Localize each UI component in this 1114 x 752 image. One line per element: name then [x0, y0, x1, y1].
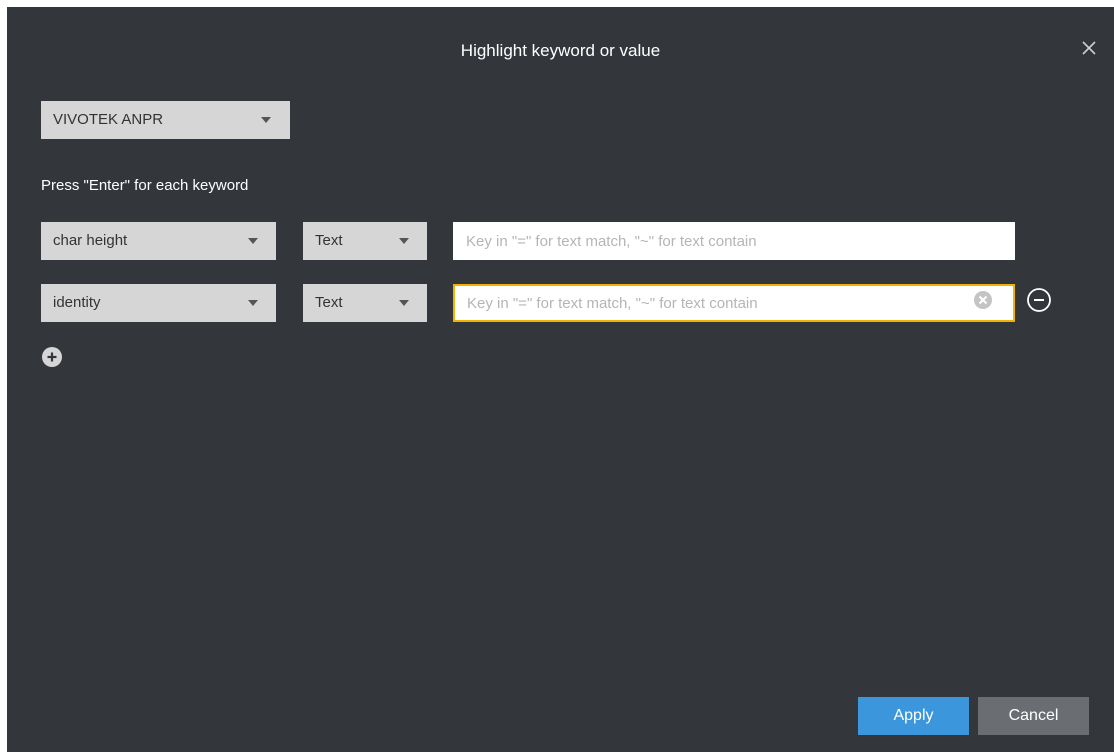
field-select-row-1[interactable]: char height [41, 222, 276, 260]
keyword-input-row-2[interactable] [453, 284, 1015, 322]
chevron-down-icon [399, 238, 409, 244]
cancel-button[interactable]: Cancel [978, 697, 1089, 735]
field-select-value: identity [53, 294, 101, 311]
field-select-row-2[interactable]: identity [41, 284, 276, 322]
type-select-row-1[interactable]: Text [303, 222, 427, 260]
close-icon[interactable] [1078, 37, 1100, 59]
chevron-down-icon [261, 117, 271, 123]
remove-row-icon[interactable] [1026, 287, 1052, 313]
field-select-value: char height [53, 232, 128, 249]
type-select-value: Text [315, 294, 343, 311]
dialog-title: Highlight keyword or value [460, 41, 661, 60]
type-select-row-2[interactable]: Text [303, 284, 427, 322]
keyword-hint: Press "Enter" for each keyword [41, 177, 249, 194]
chevron-down-icon [248, 300, 258, 306]
source-select[interactable]: VIVOTEK ANPR [41, 101, 290, 139]
chevron-down-icon [399, 300, 409, 306]
apply-button[interactable]: Apply [858, 697, 969, 735]
chevron-down-icon [248, 238, 258, 244]
add-row-icon[interactable] [41, 346, 63, 368]
highlight-dialog: Highlight keyword or value VIVOTEK ANPR … [7, 7, 1114, 752]
keyword-input-row-1[interactable] [453, 222, 1015, 260]
type-select-value: Text [315, 232, 343, 249]
clear-input-icon[interactable] [973, 290, 993, 310]
source-select-value: VIVOTEK ANPR [53, 111, 164, 128]
